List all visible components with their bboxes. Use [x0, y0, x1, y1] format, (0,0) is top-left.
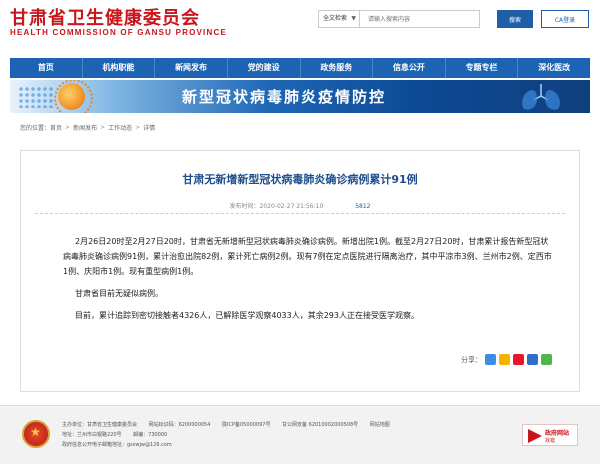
article-paragraph: 甘肃省目前无疑似病例。 — [75, 289, 163, 298]
share-weibo-icon[interactable] — [513, 354, 524, 365]
article-meta: 发布时间：2020-02-27 21:56:10 5812 — [21, 201, 579, 210]
share-more-icon[interactable] — [485, 354, 496, 365]
nav-item-disclosure[interactable]: 信息公开 — [373, 58, 446, 78]
footer-site-code: 网站标识码：6200000054 — [148, 422, 211, 428]
breadcrumb-work-updates[interactable]: 工作动态 — [108, 123, 132, 132]
footer-address: 地址：兰州市白银路220号 — [62, 432, 122, 438]
search-input[interactable] — [360, 10, 480, 28]
search-bar: 全文检索 ▼ — [318, 10, 480, 28]
lungs-icon — [522, 84, 560, 110]
share-label: 分享： — [461, 355, 482, 364]
breadcrumb-home[interactable]: 首页 — [50, 123, 62, 132]
ca-login-button[interactable]: CA登录 — [541, 10, 589, 28]
site-footer: 主办单位：甘肃省卫生健康委员会 网站标识码：6200000054 陇ICP备05… — [0, 405, 600, 464]
publish-time: 发布时间：2020-02-27 21:56:10 — [229, 203, 324, 210]
breadcrumb-separator: > — [100, 124, 106, 131]
breadcrumb: 您的位置： 首页 > 新闻发布 > 工作动态 > 详情 — [20, 123, 155, 132]
gov-site-error-badge[interactable]: 政府网站 找错 — [522, 424, 578, 446]
gov-badge-subtitle: 找错 — [545, 438, 556, 444]
virus-icon — [54, 80, 93, 113]
article-paragraph: 目前，累计追踪到密切接触者4326人，已解除医学观察4033人，其余293人正在… — [75, 311, 419, 320]
footer-row: 地址：兰州市白银路220号 邮编：730000 — [62, 430, 400, 440]
share-renren-icon[interactable] — [527, 354, 538, 365]
footer-row: 政府信息公开电子邮箱地址：gsswjw@126.com — [62, 440, 400, 450]
footer-icp-link[interactable]: 陇ICP备05000097号 — [222, 422, 270, 428]
nav-item-functions[interactable]: 机构职能 — [83, 58, 156, 78]
breadcrumb-news[interactable]: 新闻发布 — [73, 123, 97, 132]
nav-item-news[interactable]: 新闻发布 — [155, 58, 228, 78]
view-count: 5812 — [355, 203, 371, 210]
search-scope-select[interactable]: 全文检索 ▼ — [318, 10, 360, 28]
search-scope-value: 全文检索 — [323, 15, 348, 22]
epidemic-banner[interactable]: 新型冠状病毒肺炎疫情防控 — [10, 80, 590, 113]
site-logo-subtitle: HEALTH COMMISSION OF GANSU PROVINCE — [10, 28, 227, 37]
footer-info: 主办单位：甘肃省卫生健康委员会 网站标识码：6200000054 陇ICP备05… — [62, 420, 400, 450]
share-qzone-icon[interactable] — [499, 354, 510, 365]
footer-row: 主办单位：甘肃省卫生健康委员会 网站标识码：6200000054 陇ICP备05… — [62, 420, 400, 430]
flag-icon — [528, 429, 542, 443]
nav-item-home[interactable]: 首页 — [10, 58, 83, 78]
breadcrumb-label: 您的位置： — [20, 125, 51, 132]
breadcrumb-separator: > — [135, 124, 141, 131]
breadcrumb-separator: > — [65, 124, 71, 131]
site-header: 甘肃省卫生健康委员会 HEALTH COMMISSION OF GANSU PR… — [0, 0, 600, 50]
banner-title: 新型冠状病毒肺炎疫情防控 — [182, 88, 387, 106]
breadcrumb-detail: 详情 — [143, 125, 156, 132]
share-bar: 分享： — [461, 354, 552, 365]
banner-dot-pattern — [18, 86, 54, 108]
chevron-down-icon: ▼ — [351, 15, 356, 22]
main-nav: 首页 机构职能 新闻发布 党的建设 政务服务 信息公开 专题专栏 深化医改 — [10, 58, 590, 78]
search-button[interactable]: 搜索 — [497, 10, 533, 28]
footer-email: 政府信息公开电子邮箱地址：gsswjw@126.com — [62, 442, 172, 448]
footer-police-link[interactable]: 甘公网安备 62010002000508号 — [282, 422, 358, 428]
nav-item-services[interactable]: 政务服务 — [301, 58, 374, 78]
meta-divider — [35, 213, 565, 214]
nav-item-reform[interactable]: 深化医改 — [518, 58, 590, 78]
footer-sitemap-link[interactable]: 网站地图 — [370, 422, 390, 428]
article-body: 2月26日20时至2月27日20时，甘肃省无新增新型冠状病毒肺炎确诊病例。新增出… — [63, 234, 553, 330]
footer-postcode: 邮编：730000 — [133, 432, 168, 438]
nav-item-party[interactable]: 党的建设 — [228, 58, 301, 78]
footer-sponsor: 主办单位：甘肃省卫生健康委员会 — [62, 422, 138, 428]
site-logo-title[interactable]: 甘肃省卫生健康委员会 — [10, 4, 200, 30]
article-card: 甘肃无新增新型冠状病毒肺炎确诊病例累计91例 发布时间：2020-02-27 2… — [20, 150, 580, 392]
gov-badge-title: 政府网站 — [545, 430, 570, 437]
share-wechat-icon[interactable] — [541, 354, 552, 365]
party-emblem-icon[interactable] — [22, 420, 50, 448]
article-title: 甘肃无新增新型冠状病毒肺炎确诊病例累计91例 — [182, 173, 418, 186]
nav-item-topics[interactable]: 专题专栏 — [446, 58, 519, 78]
article-paragraph: 2月26日20时至2月27日20时，甘肃省无新增新型冠状病毒肺炎确诊病例。新增出… — [63, 237, 552, 276]
